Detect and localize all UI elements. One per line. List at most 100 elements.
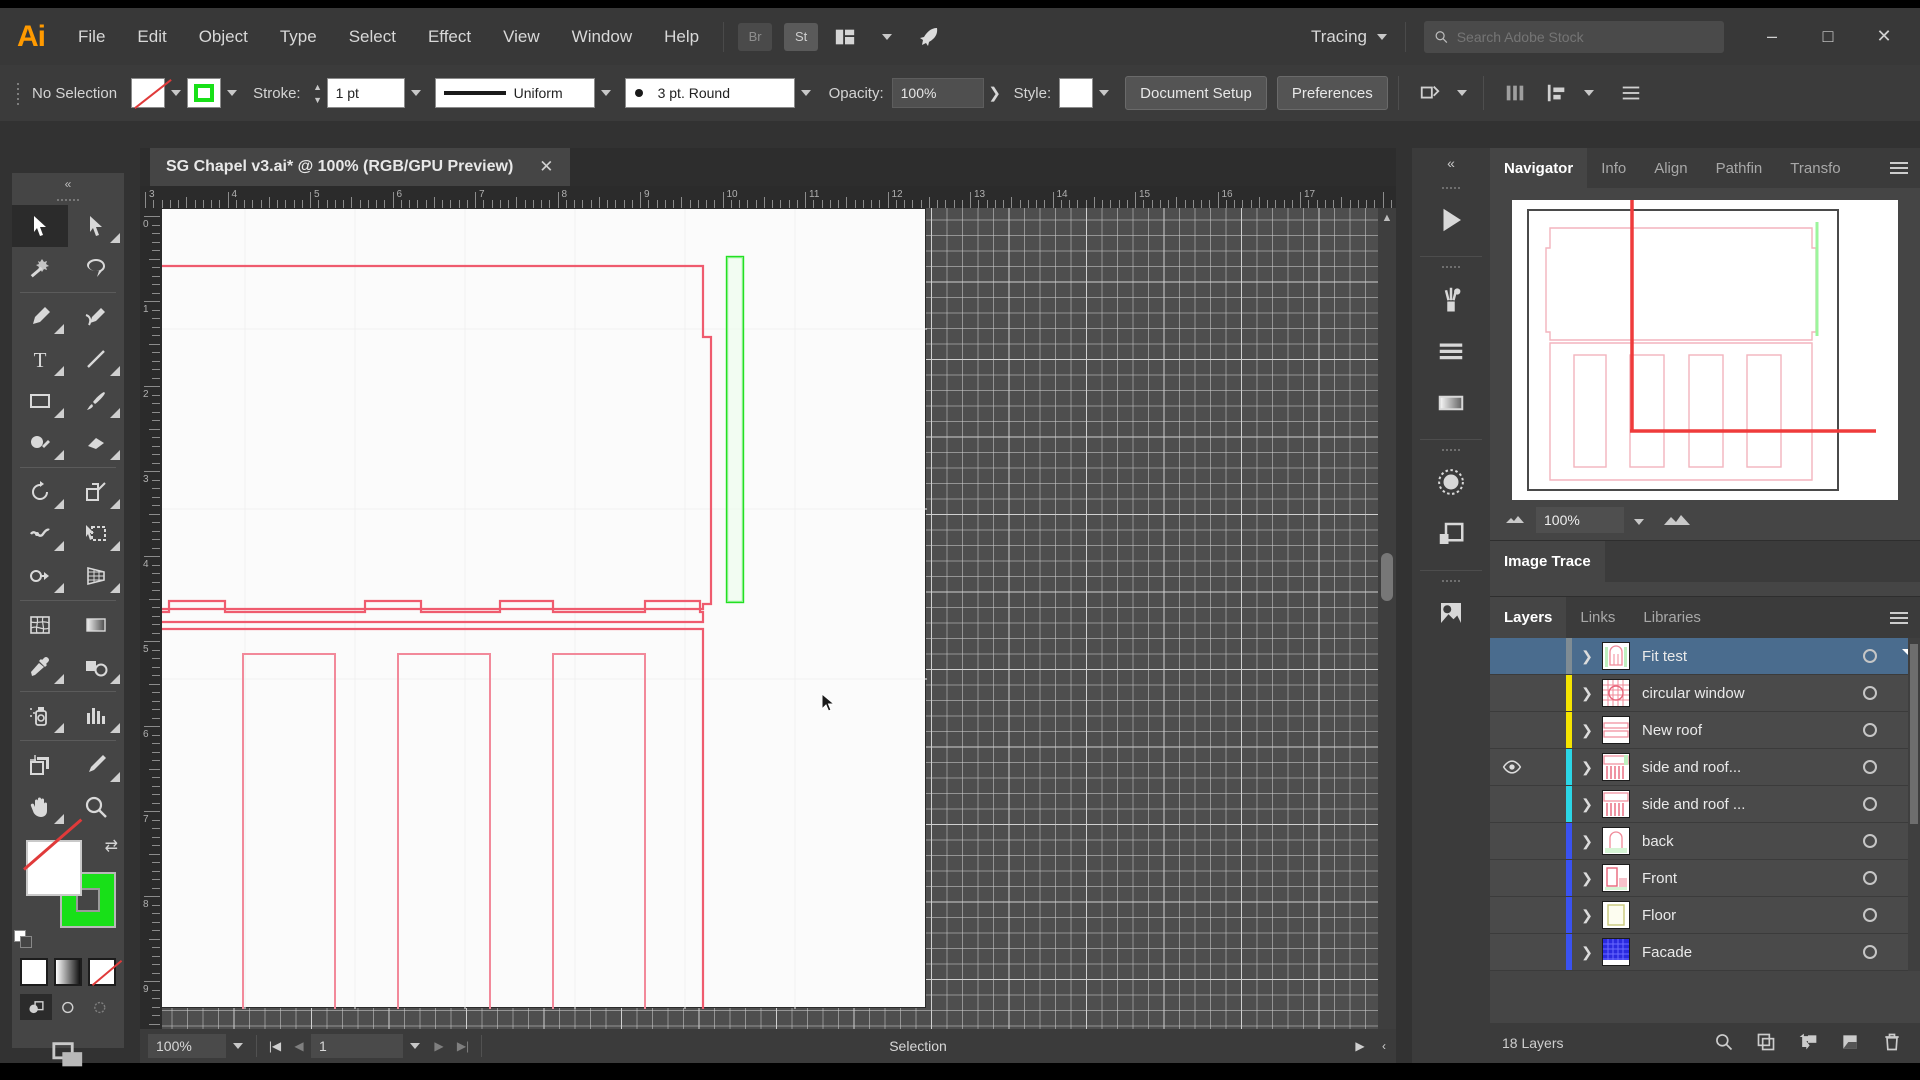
rail-grip-4[interactable] (1412, 575, 1490, 587)
tab-info[interactable]: Info (1587, 148, 1640, 188)
draw-inside-icon[interactable] (84, 994, 116, 1020)
play-tool-panel-icon[interactable] (1412, 194, 1490, 246)
swap-fill-stroke-icon[interactable]: ⇄ (105, 836, 118, 856)
create-sublayer-icon[interactable] (1798, 1032, 1818, 1055)
gradient-panel-icon[interactable] (1412, 377, 1490, 429)
artboard[interactable] (162, 208, 927, 1009)
layer-expand-chevron-right-icon[interactable]: ❯ (1572, 870, 1602, 887)
zoom-out-icon[interactable] (1504, 511, 1526, 529)
tools-panel-collapse[interactable]: « (12, 173, 124, 195)
change-screen-mode-button[interactable] (12, 1038, 124, 1072)
canvas[interactable] (162, 208, 1378, 1043)
artboard-tool[interactable] (12, 744, 68, 786)
shaper-tool[interactable] (12, 422, 68, 464)
graphic-style-swatch[interactable] (1059, 78, 1094, 108)
layer-expand-chevron-right-icon[interactable]: ❯ (1572, 796, 1602, 813)
hand-tool[interactable] (12, 786, 68, 828)
layer-expand-chevron-right-icon[interactable]: ❯ (1572, 648, 1602, 665)
align-icon[interactable] (1498, 76, 1532, 110)
arrange-chevron-down-icon[interactable] (870, 20, 904, 54)
scroll-up-icon[interactable]: ▲ (1378, 208, 1396, 228)
workspace-switcher[interactable]: Tracing (1311, 27, 1367, 47)
layer-target-indicator[interactable] (1842, 723, 1898, 737)
stroke-profile-field[interactable]: Uniform (434, 78, 595, 108)
stroke-swatch[interactable] (187, 78, 222, 108)
bridge-button[interactable]: Br (738, 22, 773, 51)
fill-color-swatch[interactable] (26, 840, 82, 896)
eraser-tool[interactable] (68, 422, 124, 464)
layer-target-indicator[interactable] (1842, 760, 1898, 774)
rail-grip-1[interactable] (1412, 182, 1490, 194)
symbols-panel-icon[interactable] (1412, 456, 1490, 508)
menu-effect[interactable]: Effect (412, 8, 487, 65)
vertical-scrollbar[interactable]: ▲ ▼ (1378, 208, 1396, 1043)
horizontal-ruler[interactable]: 3 4 5 6 7 8 9 10 11 12 13 14 15 16 17 (140, 186, 1396, 208)
color-mode-button[interactable] (20, 958, 48, 986)
layer-row[interactable]: ❯ Front (1490, 860, 1920, 897)
distribute-icon[interactable] (1540, 76, 1574, 110)
delete-selection-icon[interactable] (1882, 1032, 1902, 1055)
search-input[interactable] (1456, 28, 1714, 45)
perspective-grid-tool[interactable] (68, 555, 124, 597)
menu-edit[interactable]: Edit (121, 8, 182, 65)
control-bar-grip[interactable] (14, 80, 24, 106)
layer-expand-chevron-right-icon[interactable]: ❯ (1572, 685, 1602, 702)
layer-row[interactable]: ❯ side and roof... (1490, 749, 1920, 786)
tab-image-trace[interactable]: Image Trace (1490, 541, 1605, 582)
vertical-ruler[interactable]: 0 1 2 3 4 5 6 7 8 9 (140, 208, 162, 1043)
create-new-layer-icon[interactable] (1840, 1032, 1860, 1055)
tab-links[interactable]: Links (1566, 597, 1629, 638)
more-options-icon[interactable] (1614, 76, 1648, 110)
layer-expand-chevron-right-icon[interactable]: ❯ (1572, 833, 1602, 850)
lasso-tool[interactable] (68, 247, 124, 289)
close-button[interactable]: ✕ (1856, 8, 1912, 65)
curvature-tool[interactable] (68, 296, 124, 338)
draw-behind-icon[interactable] (52, 994, 84, 1020)
layer-target-indicator[interactable] (1842, 649, 1898, 663)
document-setup-button[interactable]: Document Setup (1125, 76, 1267, 110)
menu-window[interactable]: Window (556, 8, 648, 65)
zoom-chevron-down-icon[interactable] (226, 1034, 250, 1058)
opacity-field[interactable]: 100% (891, 78, 984, 108)
arrange-documents-icon[interactable] (828, 20, 862, 54)
search-adobe-stock[interactable] (1424, 20, 1724, 53)
layer-target-indicator[interactable] (1842, 834, 1898, 848)
column-graph-tool[interactable] (68, 695, 124, 737)
next-artboard-icon[interactable]: ▶ (427, 1034, 451, 1058)
locate-object-icon[interactable] (1714, 1032, 1734, 1055)
slice-tool[interactable] (68, 744, 124, 786)
stroke-panel-icon[interactable] (1412, 325, 1490, 377)
make-mask-icon[interactable] (1756, 1032, 1776, 1055)
mesh-tool[interactable] (12, 604, 68, 646)
zoom-level-field[interactable]: 100% (148, 1034, 226, 1058)
document-tab[interactable]: SG Chapel v3.ai* @ 100% (RGB/GPU Preview… (150, 148, 570, 186)
layers-panel-menu-icon[interactable] (1878, 597, 1920, 638)
menu-file[interactable]: File (62, 8, 121, 65)
close-icon[interactable]: ✕ (539, 157, 553, 177)
magic-wand-tool[interactable] (12, 247, 68, 289)
paintbrush-tool[interactable] (68, 380, 124, 422)
minimize-button[interactable]: – (1744, 8, 1800, 65)
layer-row[interactable]: ❯ side and roof ... (1490, 786, 1920, 823)
distribute-chevron-down-icon[interactable] (1578, 78, 1600, 108)
scale-tool[interactable] (68, 471, 124, 513)
pen-tool[interactable] (12, 296, 68, 338)
layer-row[interactable]: ❯ Fit test (1490, 638, 1920, 675)
tab-align[interactable]: Align (1640, 148, 1701, 188)
menu-type[interactable]: Type (264, 8, 333, 65)
layer-expand-chevron-right-icon[interactable]: ❯ (1572, 759, 1602, 776)
layer-target-indicator[interactable] (1842, 945, 1898, 959)
navigator-thumbnail[interactable] (1512, 200, 1898, 500)
vertical-scroll-thumb[interactable] (1381, 553, 1393, 601)
discover-rocket-icon[interactable] (912, 20, 946, 54)
tab-libraries[interactable]: Libraries (1629, 597, 1715, 638)
status-play-icon[interactable]: ▶ (1348, 1034, 1372, 1058)
layer-row[interactable]: ❯ circular window (1490, 675, 1920, 712)
stroke-weight-stepper[interactable]: ▲ ▼ (309, 78, 327, 108)
brush-chevron-down-icon[interactable] (795, 78, 817, 108)
tools-panel-grip[interactable] (12, 195, 124, 205)
zoom-in-icon[interactable] (1662, 509, 1692, 531)
stroke-weight-chevron-down-icon[interactable] (405, 78, 427, 108)
layer-visibility-toggle[interactable] (1490, 760, 1534, 774)
rotate-tool[interactable] (12, 471, 68, 513)
